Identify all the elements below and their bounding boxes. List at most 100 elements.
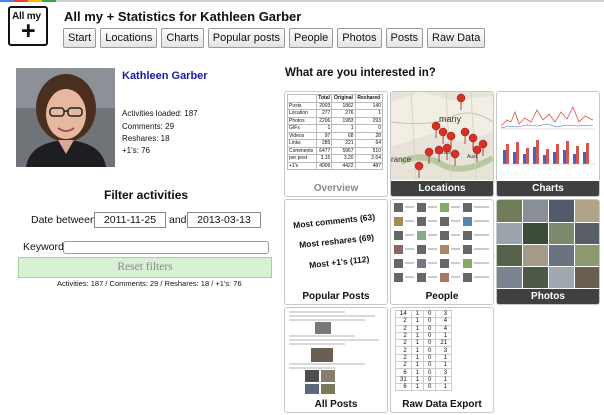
ov-cell: 97 <box>315 131 333 140</box>
date-label: Date between <box>31 214 96 226</box>
chart-bars <box>503 140 589 164</box>
ov-cell: +1's <box>287 161 317 170</box>
plusones-count: +1's: 76 <box>122 146 150 155</box>
app-title: All my + Statistics for Kathleen Garber <box>64 9 302 24</box>
raw-cell: 1 <box>410 353 425 363</box>
nav-posts[interactable]: Posts <box>385 28 424 48</box>
filter-title: Filter activities <box>104 188 189 202</box>
raw-cell: 1 <box>435 361 453 370</box>
tile-label-popular-posts: Popular Posts <box>302 291 370 302</box>
raw-cell: 4 <box>435 317 453 326</box>
tile-label-photos: Photos <box>531 291 565 302</box>
nav-charts[interactable]: Charts <box>161 28 204 48</box>
ov-cell: 1862 <box>331 101 356 110</box>
raw-cell: 14 <box>395 309 412 319</box>
ov-cell: 5967 <box>331 146 356 155</box>
profile-name[interactable]: Kathleen Garber <box>122 70 208 82</box>
ov-cell: 221 <box>331 139 356 148</box>
raw-cell: 1 <box>410 339 425 348</box>
date-from-input[interactable]: 2011-11-25 <box>94 212 166 228</box>
nav-start[interactable]: Start <box>63 28 97 48</box>
ov-cell: 68 <box>331 131 356 140</box>
raw-cell: 6 <box>395 382 412 392</box>
interest-title: What are you interested in? <box>285 67 436 79</box>
ov-cell: 285 <box>315 139 333 148</box>
popular-most-reshares: Most reshares (69) <box>298 232 375 250</box>
ov-cell: 1 <box>315 124 333 133</box>
ov-cell: 487 <box>354 161 384 170</box>
tile-overview[interactable]: Total Original Reshared Posts 2003 1862 140… <box>284 91 388 197</box>
ov-cell: 4422 <box>331 161 356 170</box>
raw-cell: 21 <box>435 339 453 348</box>
date-and-label: and <box>169 214 187 226</box>
nav-people[interactable]: People <box>289 28 334 48</box>
ov-head: Reshared <box>354 94 384 103</box>
comments-count: Comments: 29 <box>122 122 175 131</box>
ov-cell: Links <box>287 139 317 148</box>
nav-bar: Start Locations Charts Popular posts Peo… <box>63 28 486 48</box>
ov-cell: 2206 <box>315 116 333 125</box>
app-logo[interactable]: All my + <box>8 6 48 46</box>
posts-thumbnail <box>289 311 379 394</box>
raw-cell: 1 <box>410 375 425 384</box>
ov-cell: 1983 <box>331 116 356 125</box>
tile-all-posts[interactable]: All Posts <box>284 307 388 413</box>
raw-cell: 0 <box>423 339 437 348</box>
raw-cell: 1 <box>410 324 425 333</box>
tile-locations[interactable]: many Munich rance Aust Locations <box>390 91 494 197</box>
tile-popular-posts[interactable]: Most comments (63) Most reshares (69) Mo… <box>284 199 388 305</box>
ov-cell: 2003 <box>315 101 333 110</box>
raw-cell: 0 <box>423 368 437 377</box>
ov-cell: 510 <box>354 146 384 155</box>
ov-cell: per post <box>287 154 317 163</box>
raw-cell: 1 <box>435 375 453 384</box>
tile-label-overview: Overview <box>313 183 359 194</box>
ov-cell: 6477 <box>315 146 333 155</box>
raw-cell: 1 <box>410 309 425 319</box>
ov-cell: Posts <box>287 101 317 110</box>
raw-cell: 1 <box>435 382 453 392</box>
raw-cell: 0 <box>423 331 437 341</box>
ov-cell: 2.64 <box>354 154 384 163</box>
raw-cell: 0 <box>423 361 437 370</box>
raw-cell: 0 <box>423 346 437 355</box>
raw-cell: 0 <box>423 382 437 392</box>
nav-raw-data[interactable]: Raw Data <box>427 28 486 48</box>
ov-cell: 3.20 <box>331 154 356 163</box>
raw-data-table: 14 1 0 3 2104 2104 2101 2 1 0 21 2103 2101 210… <box>395 309 453 392</box>
tile-charts[interactable]: Charts <box>496 91 600 197</box>
raw-cell: 2 <box>395 339 412 348</box>
reshares-count: Reshares: 18 <box>122 134 170 143</box>
ov-head: Original <box>331 94 356 103</box>
raw-cell: 1 <box>435 353 453 363</box>
tile-raw-data-export[interactable]: 14 1 0 3 2104 2104 2101 2 1 0 21 2103 2101 210… <box>390 307 494 413</box>
raw-cell: 1 <box>435 331 453 341</box>
keyword-input[interactable] <box>63 241 269 254</box>
window-top-border <box>0 0 604 2</box>
ov-cell: 3.15 <box>315 154 333 163</box>
raw-cell: 0 <box>423 317 437 326</box>
ov-cell: 277 <box>315 109 333 118</box>
raw-cell: 31 <box>395 375 412 384</box>
raw-cell: 0 <box>423 309 437 319</box>
ov-cell: 0 <box>354 124 384 133</box>
tile-people[interactable]: People <box>390 199 494 305</box>
tile-label-raw-data: Raw Data Export <box>391 399 493 410</box>
raw-cell: 4 <box>435 324 453 333</box>
raw-cell: 2 <box>395 324 412 333</box>
popular-most-plusones: Most +1's (112) <box>308 253 370 271</box>
ov-head: Total <box>315 94 333 103</box>
raw-cell: 3 <box>435 368 453 377</box>
ov-cell: 28 <box>354 131 384 140</box>
raw-cell: 1 <box>410 368 425 377</box>
nav-photos[interactable]: Photos <box>337 28 382 48</box>
overview-table: Total Original Reshared Posts 2003 1862 140… <box>287 94 384 170</box>
raw-cell: 2 <box>395 331 412 341</box>
nav-locations[interactable]: Locations <box>100 28 158 48</box>
tile-photos[interactable]: Photos <box>496 199 600 305</box>
people-grid-thumbnail <box>394 203 489 282</box>
reset-filters-button[interactable]: Reset filters <box>18 257 272 278</box>
raw-cell: 1 <box>410 331 425 341</box>
date-to-input[interactable]: 2013-03-13 <box>187 212 261 228</box>
nav-popular-posts[interactable]: Popular posts <box>207 28 285 48</box>
